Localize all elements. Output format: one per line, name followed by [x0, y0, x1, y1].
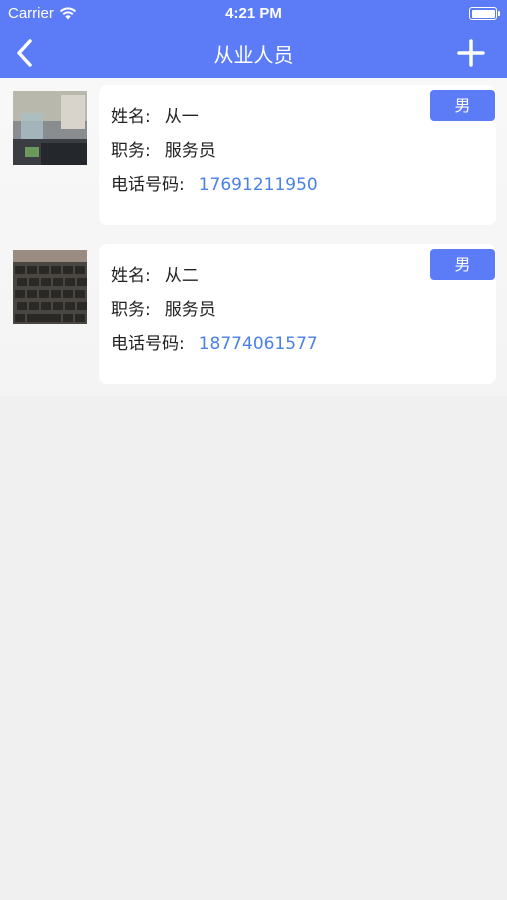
staff-card: 姓名: 从一 职务: 服务员 电话号码: 17691211950 男: [99, 85, 496, 225]
status-time: 4:21 PM: [225, 5, 282, 22]
name-row: 姓名: 从一: [111, 102, 199, 127]
role-label: 职务:: [111, 300, 151, 320]
staff-card: 姓名: 从二 职务: 服务员 电话号码: 18774061577 男: [99, 244, 496, 384]
name-row: 姓名: 从二: [111, 261, 199, 286]
name-value: 从二: [164, 266, 199, 286]
staff-photo: [13, 250, 87, 324]
gender-badge[interactable]: 男: [430, 90, 495, 121]
staff-list: 姓名: 从一 职务: 服务员 电话号码: 17691211950 男 姓名: 从…: [0, 78, 507, 396]
add-staff-button[interactable]: [455, 37, 487, 69]
phone-link[interactable]: 17691211950: [199, 175, 318, 195]
phone-label: 电话号码:: [111, 175, 185, 195]
gender-badge[interactable]: 男: [430, 249, 495, 280]
name-label: 姓名:: [111, 266, 151, 286]
role-row: 职务: 服务员: [111, 136, 216, 161]
plus-icon: [457, 39, 485, 67]
phone-label: 电话号码:: [111, 334, 185, 354]
staff-list-item[interactable]: 姓名: 从二 职务: 服务员 电话号码: 18774061577 男: [0, 237, 507, 387]
name-value: 从一: [164, 107, 199, 127]
page-title: 从业人员: [213, 43, 294, 67]
role-row: 职务: 服务员: [111, 295, 216, 320]
nav-bar: 从业人员: [0, 28, 507, 78]
name-label: 姓名:: [111, 107, 151, 127]
phone-link[interactable]: 18774061577: [199, 334, 318, 354]
role-label: 职务:: [111, 141, 151, 161]
phone-row: 电话号码: 18774061577: [111, 329, 318, 354]
navigation-header: Carrier 4:21 PM 从业人员: [0, 0, 507, 78]
role-value: 服务员: [164, 300, 216, 320]
battery-icon: [469, 7, 500, 20]
status-bar: Carrier 4:21 PM: [0, 0, 507, 28]
staff-list-item[interactable]: 姓名: 从一 职务: 服务员 电话号码: 17691211950 男: [0, 78, 507, 228]
staff-photo: [13, 91, 87, 165]
role-value: 服务员: [164, 141, 216, 161]
phone-row: 电话号码: 17691211950: [111, 170, 318, 195]
